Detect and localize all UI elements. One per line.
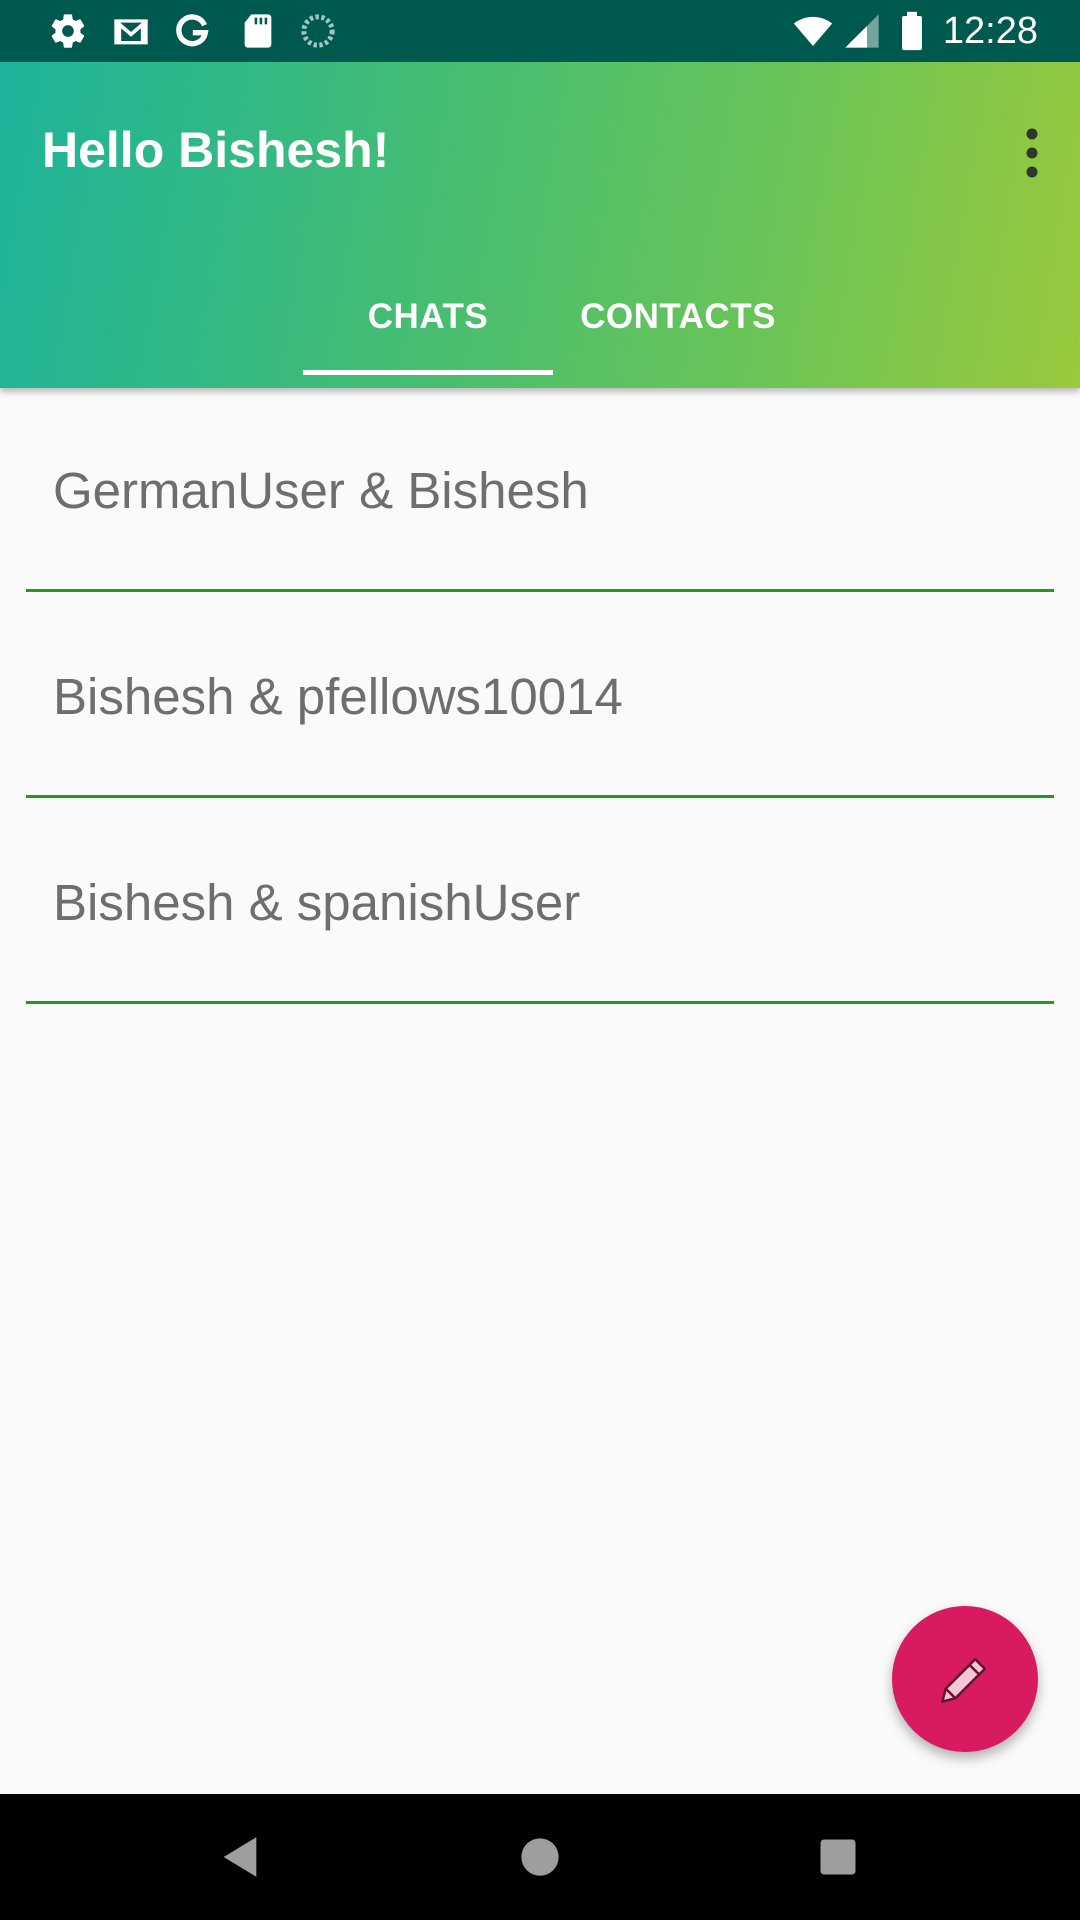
home-icon[interactable] [512,1829,568,1885]
battery-icon [902,11,922,51]
chat-title: Bishesh & pfellows10014 [53,668,623,725]
new-chat-button[interactable] [892,1606,1038,1752]
app-bar: Hello Bishesh! CHATS CONTACTS [0,62,1080,388]
wifi-icon [793,16,833,46]
chat-list-item[interactable]: Bishesh & spanishUser [0,800,1080,1006]
status-time: 12:28 [942,10,1038,52]
chat-list-item[interactable]: Bishesh & pfellows10014 [0,594,1080,800]
chat-list-item[interactable]: GermanUser & Bishesh [0,388,1080,594]
app-title: Hello Bishesh! [42,122,390,178]
recents-icon[interactable] [810,1829,866,1885]
divider [26,589,1054,592]
tab-bar: CHATS CONTACTS [0,292,1080,388]
chat-title: Bishesh & spanishUser [53,874,581,931]
screen: 12:28 Hello Bishesh! CHATS CONTACTS Germ… [0,0,1080,1920]
pencil-icon [941,1657,987,1703]
signal-icon [845,14,879,48]
more-vert-icon[interactable] [1012,116,1052,192]
gear-icon [51,14,85,48]
status-bar: 12:28 [0,0,1080,62]
google-icon [176,14,209,47]
chat-title: GermanUser & Bishesh [53,462,589,519]
gmail-icon [114,19,148,45]
sync-icon [301,14,335,48]
sd-card-icon [244,14,272,48]
system-nav-bar [0,1794,1080,1920]
tab-indicator [303,370,553,375]
back-icon[interactable] [212,1829,268,1885]
divider [26,1001,1054,1004]
divider [26,795,1054,798]
tab-contacts[interactable]: CONTACTS [553,292,803,388]
chat-list: GermanUser & Bishesh Bishesh & pfellows1… [0,388,1080,1006]
